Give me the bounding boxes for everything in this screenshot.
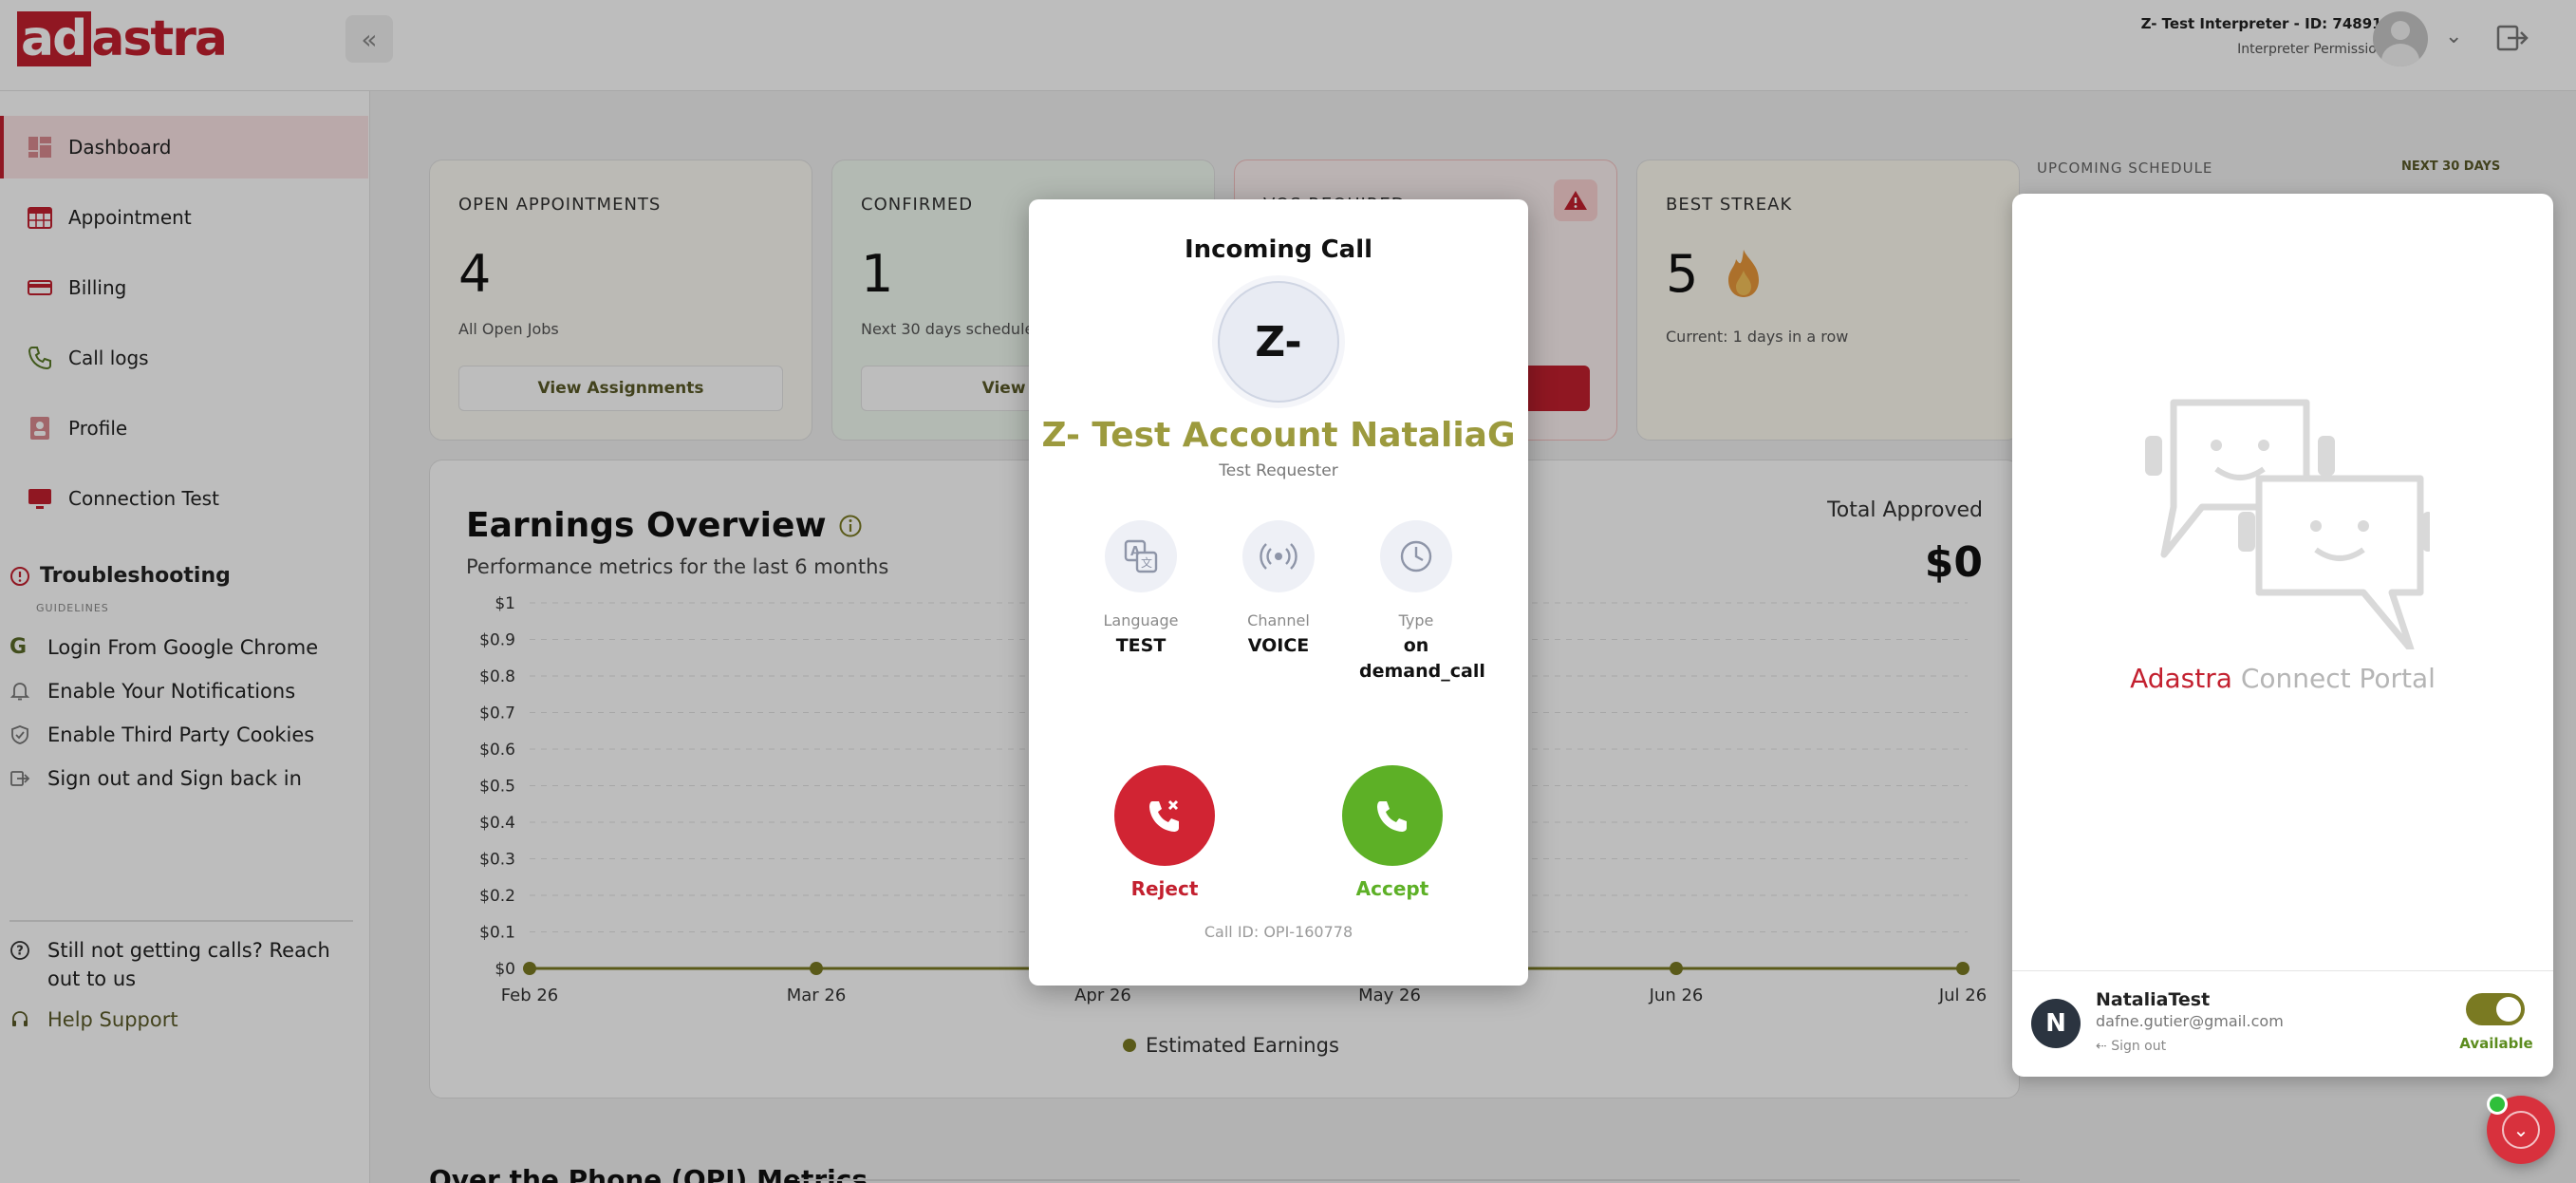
online-status-dot xyxy=(2487,1094,2508,1115)
portal-user-email: dafne.gutier@gmail.com xyxy=(2096,1012,2284,1030)
language-label: Language xyxy=(1103,611,1179,629)
chat-robots-illustration xyxy=(2145,399,2430,649)
clock-icon xyxy=(1400,540,1432,573)
caller-avatar: Z- xyxy=(1218,281,1339,403)
svg-text:文: 文 xyxy=(1141,555,1152,570)
call-id: Call ID: OPI-160778 xyxy=(1204,923,1353,941)
type-value: on demand_call xyxy=(1359,635,1485,682)
channel-value: VOICE xyxy=(1247,635,1310,656)
reject-call-button[interactable] xyxy=(1114,765,1215,866)
availability-toggle[interactable] xyxy=(2466,993,2525,1025)
channel-icon-circle xyxy=(1242,520,1315,592)
caller-role: Test Requester xyxy=(1219,461,1338,480)
call-type-info: Type on demand_call xyxy=(1359,520,1485,685)
toggle-knob xyxy=(2496,997,2521,1022)
incoming-call-modal: Incoming Call Z- Z- Test Account Natalia… xyxy=(1029,199,1528,986)
portal-user-name: NataliaTest xyxy=(2096,989,2211,1010)
availability-status: Available xyxy=(2459,1035,2533,1052)
connect-portal-title: Adastra Connect Portal xyxy=(2012,663,2553,694)
portal-title-rest: Connect Portal xyxy=(2240,663,2436,694)
portal-divider xyxy=(2012,970,2553,971)
caller-name: Z- Test Account NataliaG xyxy=(1041,416,1516,455)
channel-label: Channel xyxy=(1247,611,1310,629)
language-value: TEST xyxy=(1115,635,1167,656)
chevron-down-icon: ⌄ xyxy=(2502,1111,2540,1149)
type-label: Type xyxy=(1398,611,1434,629)
connect-portal-panel: Adastra Connect Portal N NataliaTest daf… xyxy=(2012,194,2553,1077)
translate-icon: A文 xyxy=(1124,539,1158,573)
reject-label[interactable]: Reject xyxy=(1089,877,1241,900)
portal-user-avatar: N xyxy=(2031,999,2081,1048)
sign-out-label: Sign out xyxy=(2111,1039,2167,1054)
incoming-call-title: Incoming Call xyxy=(1184,235,1373,264)
type-icon-circle xyxy=(1380,520,1452,592)
phone-reject-icon xyxy=(1149,799,1179,832)
accept-call-button[interactable] xyxy=(1342,765,1443,866)
phone-accept-icon xyxy=(1377,801,1407,832)
call-channel-info: Channel VOICE xyxy=(1222,520,1335,659)
broadcast-icon xyxy=(1260,543,1297,570)
language-icon-circle: A文 xyxy=(1105,520,1177,592)
portal-sign-out-link[interactable]: ⇠ Sign out xyxy=(2096,1039,2166,1054)
portal-title-brand: Adastra xyxy=(2130,663,2232,694)
call-language-info: A文 Language TEST xyxy=(1084,520,1198,659)
accept-label[interactable]: Accept xyxy=(1316,877,1468,900)
